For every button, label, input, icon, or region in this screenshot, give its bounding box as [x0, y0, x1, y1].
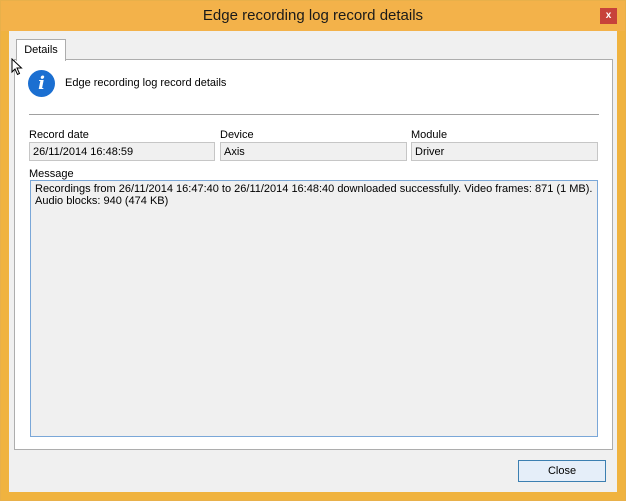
record-date-label: Record date: [29, 129, 89, 141]
title-bar[interactable]: Edge recording log record details x: [1, 1, 625, 31]
message-textarea[interactable]: Recordings from 26/11/2014 16:47:40 to 2…: [30, 180, 598, 437]
module-field[interactable]: Driver: [411, 142, 598, 161]
module-label: Module: [411, 129, 448, 141]
device-label: Device: [220, 129, 254, 141]
record-date-field[interactable]: 26/11/2014 16:48:59: [29, 142, 215, 161]
tab-details[interactable]: Details: [16, 39, 66, 61]
dialog-client-area: Details i Edge recording log record deta…: [9, 31, 617, 492]
window-close-button[interactable]: x: [600, 8, 617, 24]
close-button[interactable]: Close: [518, 460, 606, 482]
info-icon: i: [28, 70, 55, 97]
dialog-window: Edge recording log record details x Deta…: [0, 0, 626, 501]
message-label: Message: [29, 168, 74, 180]
details-panel: i Edge recording log record details Reco…: [14, 59, 613, 450]
panel-header-text: Edge recording log record details: [65, 77, 227, 89]
device-field[interactable]: Axis: [220, 142, 407, 161]
window-title: Edge recording log record details: [202, 7, 424, 24]
header-divider: [29, 114, 599, 115]
